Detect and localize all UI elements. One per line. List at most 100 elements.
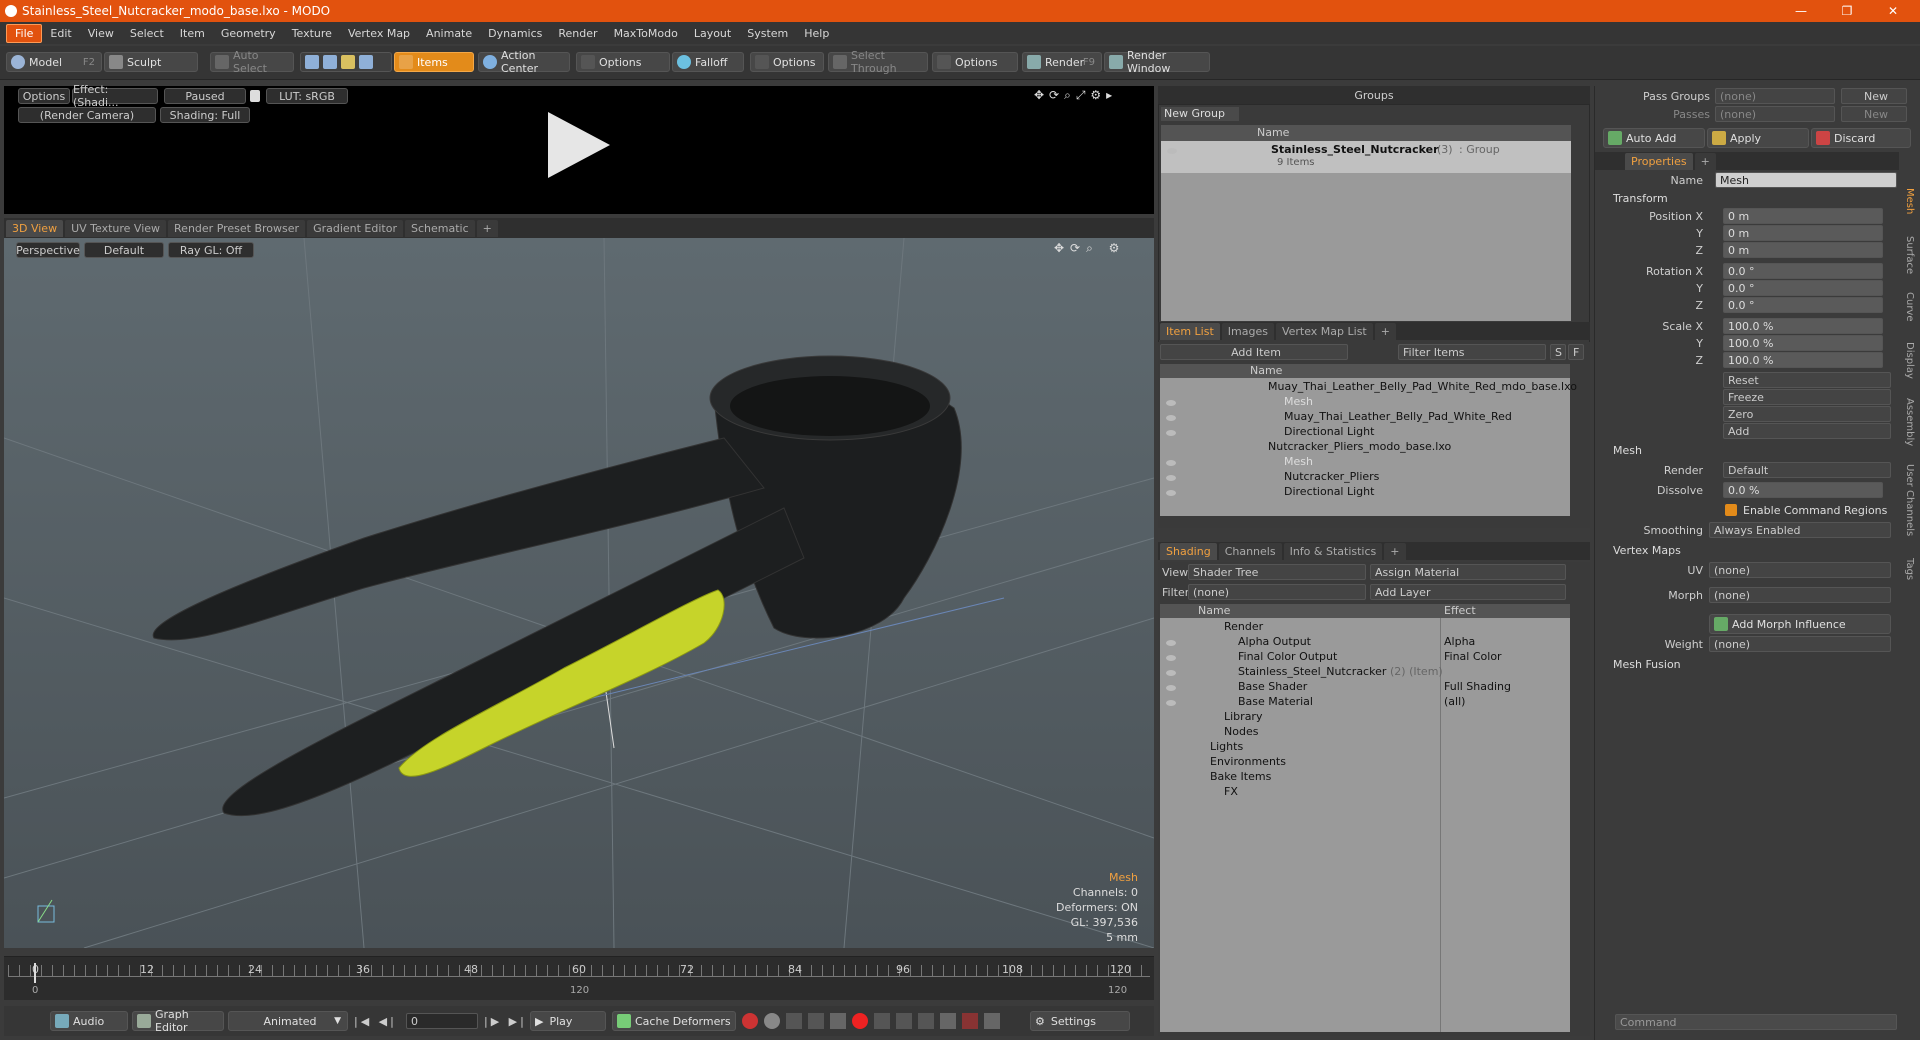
- tab-uv-texture-view[interactable]: UV Texture View: [65, 219, 167, 237]
- eye-icon[interactable]: [1166, 475, 1176, 481]
- cache-deformers-button[interactable]: Cache Deformers: [612, 1011, 736, 1031]
- freeze-dropdown[interactable]: Freeze: [1723, 389, 1891, 405]
- filter-dropdown[interactable]: (none): [1188, 584, 1366, 600]
- materials-icon[interactable]: [359, 55, 373, 69]
- shader-row-environments[interactable]: Environments: [1210, 755, 1286, 768]
- menu-file[interactable]: File: [6, 23, 43, 43]
- preview-shading-dropdown[interactable]: Shading: Full: [160, 107, 250, 123]
- render-dropdown[interactable]: Default: [1723, 462, 1891, 478]
- mesh-fusion-section[interactable]: Mesh Fusion: [1613, 658, 1681, 671]
- eye-icon[interactable]: [1167, 148, 1177, 154]
- morph-dropdown[interactable]: (none): [1709, 587, 1891, 603]
- default-dropdown[interactable]: Default: [84, 242, 164, 258]
- skip-forward-buttons[interactable]: |▶ ▶|: [484, 1015, 528, 1029]
- filter-items-input[interactable]: Filter Items: [1398, 344, 1546, 360]
- action-center-options-button[interactable]: Options: [576, 52, 670, 72]
- maximize-button[interactable]: ❐: [1824, 0, 1870, 22]
- command-input[interactable]: Command: [1615, 1014, 1897, 1030]
- eye-icon[interactable]: [1166, 415, 1176, 421]
- assign-material-dropdown[interactable]: Assign Material: [1370, 564, 1566, 580]
- itemlist-row-3[interactable]: Muay_Thai_Leather_Belly_Pad_White_Red: [1284, 410, 1512, 423]
- position-y-input[interactable]: 0 m: [1723, 225, 1883, 241]
- add-dropdown[interactable]: Add: [1723, 423, 1891, 439]
- smoothing-dropdown[interactable]: Always Enabled: [1709, 522, 1891, 538]
- position-z-input[interactable]: 0 m: [1723, 242, 1883, 258]
- tab-add[interactable]: +: [1694, 152, 1716, 170]
- position-x-input[interactable]: 0 m: [1723, 208, 1883, 224]
- effect-final-color[interactable]: Final Color: [1444, 650, 1502, 663]
- eye-icon[interactable]: [1166, 460, 1176, 466]
- menu-item[interactable]: Item: [172, 25, 213, 42]
- eye-icon[interactable]: [1166, 430, 1176, 436]
- preview-lut-dropdown[interactable]: LUT: sRGB: [266, 88, 348, 104]
- menu-dynamics[interactable]: Dynamics: [480, 25, 550, 42]
- shader-row-fx[interactable]: FX: [1224, 785, 1238, 798]
- tab-3d-view[interactable]: 3D View: [6, 219, 64, 237]
- tab-shading[interactable]: Shading: [1160, 542, 1217, 560]
- eye-icon[interactable]: [1166, 655, 1176, 661]
- viewport-3d[interactable]: Perspective Default Ray GL: Off ✥⟳⌕ ⚙ Me…: [4, 238, 1154, 948]
- tab-add[interactable]: +: [1374, 322, 1396, 340]
- shader-row-base-material[interactable]: Base Material: [1238, 695, 1313, 708]
- graph-editor-button[interactable]: Graph Editor: [132, 1008, 224, 1034]
- view-dropdown[interactable]: Shader Tree: [1188, 564, 1366, 580]
- range-end[interactable]: 120: [1108, 985, 1127, 996]
- sculpt-mode-button[interactable]: Sculpt: [104, 52, 198, 72]
- set-key-icon[interactable]: [830, 1013, 846, 1029]
- auto-select-button[interactable]: Auto Select: [210, 49, 294, 75]
- shader-row-lights[interactable]: Lights: [1210, 740, 1243, 753]
- preview-options-button[interactable]: Options: [18, 88, 70, 104]
- zero-dropdown[interactable]: Zero: [1723, 406, 1891, 422]
- next-key-icon[interactable]: [808, 1013, 824, 1029]
- play-button[interactable]: ▶ Play: [530, 1011, 606, 1031]
- shader-row-bake-items[interactable]: Bake Items: [1210, 770, 1271, 783]
- menu-geometry[interactable]: Geometry: [213, 25, 284, 42]
- weight-dropdown[interactable]: (none): [1709, 636, 1891, 652]
- passes-dropdown[interactable]: (none): [1715, 106, 1835, 122]
- falloff-button[interactable]: Falloff: [672, 52, 744, 72]
- tab-add[interactable]: +: [476, 219, 498, 237]
- shader-row-base-shader[interactable]: Base Shader: [1238, 680, 1307, 693]
- add-layer-dropdown[interactable]: Add Layer: [1370, 584, 1566, 600]
- prev-key-icon[interactable]: [786, 1013, 802, 1029]
- tab-item-list[interactable]: Item List: [1160, 322, 1220, 340]
- mesh-section[interactable]: Mesh: [1613, 444, 1642, 457]
- effect-alpha[interactable]: Alpha: [1444, 635, 1475, 648]
- itemlist-row-7[interactable]: Nutcracker_Pliers: [1284, 470, 1379, 483]
- menu-texture[interactable]: Texture: [284, 25, 340, 42]
- transform-section[interactable]: Transform: [1613, 192, 1668, 205]
- render-button[interactable]: Render F9: [1022, 52, 1102, 72]
- shader-row-render[interactable]: Render: [1224, 620, 1263, 633]
- discard-button[interactable]: Discard: [1811, 128, 1911, 148]
- shader-row-alpha-output[interactable]: Alpha Output: [1238, 635, 1311, 648]
- minimize-button[interactable]: —: [1778, 0, 1824, 22]
- menu-edit[interactable]: Edit: [42, 25, 79, 42]
- add-item-dropdown[interactable]: Add Item: [1160, 344, 1348, 360]
- new-pass-button[interactable]: New: [1841, 106, 1907, 122]
- perspective-dropdown[interactable]: Perspective: [16, 242, 80, 258]
- itemlist-row-8[interactable]: Directional Light: [1284, 485, 1374, 498]
- viewport-nav-controls[interactable]: ✥⟳⌕ ⚙: [1054, 241, 1144, 257]
- eye-icon[interactable]: [1166, 685, 1176, 691]
- auto-add-button[interactable]: Auto Add: [1603, 128, 1705, 148]
- key-icon[interactable]: [742, 1013, 758, 1029]
- tab-render-preset-browser[interactable]: Render Preset Browser: [168, 219, 306, 237]
- preview-effect-dropdown[interactable]: Effect: (Shadi...: [72, 83, 158, 109]
- menu-animate[interactable]: Animate: [418, 25, 480, 42]
- settings-button[interactable]: ⚙ Settings: [1030, 1011, 1130, 1031]
- side-tab-user-channels[interactable]: User Channels: [1901, 464, 1915, 550]
- itemlist-s-button[interactable]: S: [1550, 344, 1566, 360]
- tab-vertex-map-list[interactable]: Vertex Map List: [1275, 322, 1373, 340]
- rotation-x-input[interactable]: 0.0 °: [1723, 263, 1883, 279]
- add-morph-influence-button[interactable]: Add Morph Influence: [1709, 614, 1891, 634]
- side-tab-assembly[interactable]: Assembly: [1901, 398, 1915, 454]
- new-group-button[interactable]: New Group: [1161, 107, 1239, 121]
- menu-system[interactable]: System: [739, 25, 796, 42]
- menu-maxtomodo[interactable]: MaxToModo: [606, 25, 686, 42]
- menu-layout[interactable]: Layout: [686, 25, 739, 42]
- scale-x-input[interactable]: 100.0 %: [1723, 318, 1883, 334]
- itemlist-row-2[interactable]: Mesh: [1284, 395, 1313, 408]
- vertex-maps-section[interactable]: Vertex Maps: [1613, 544, 1681, 557]
- preview-paused-button[interactable]: Paused: [164, 88, 246, 104]
- close-button[interactable]: ✕: [1870, 0, 1916, 22]
